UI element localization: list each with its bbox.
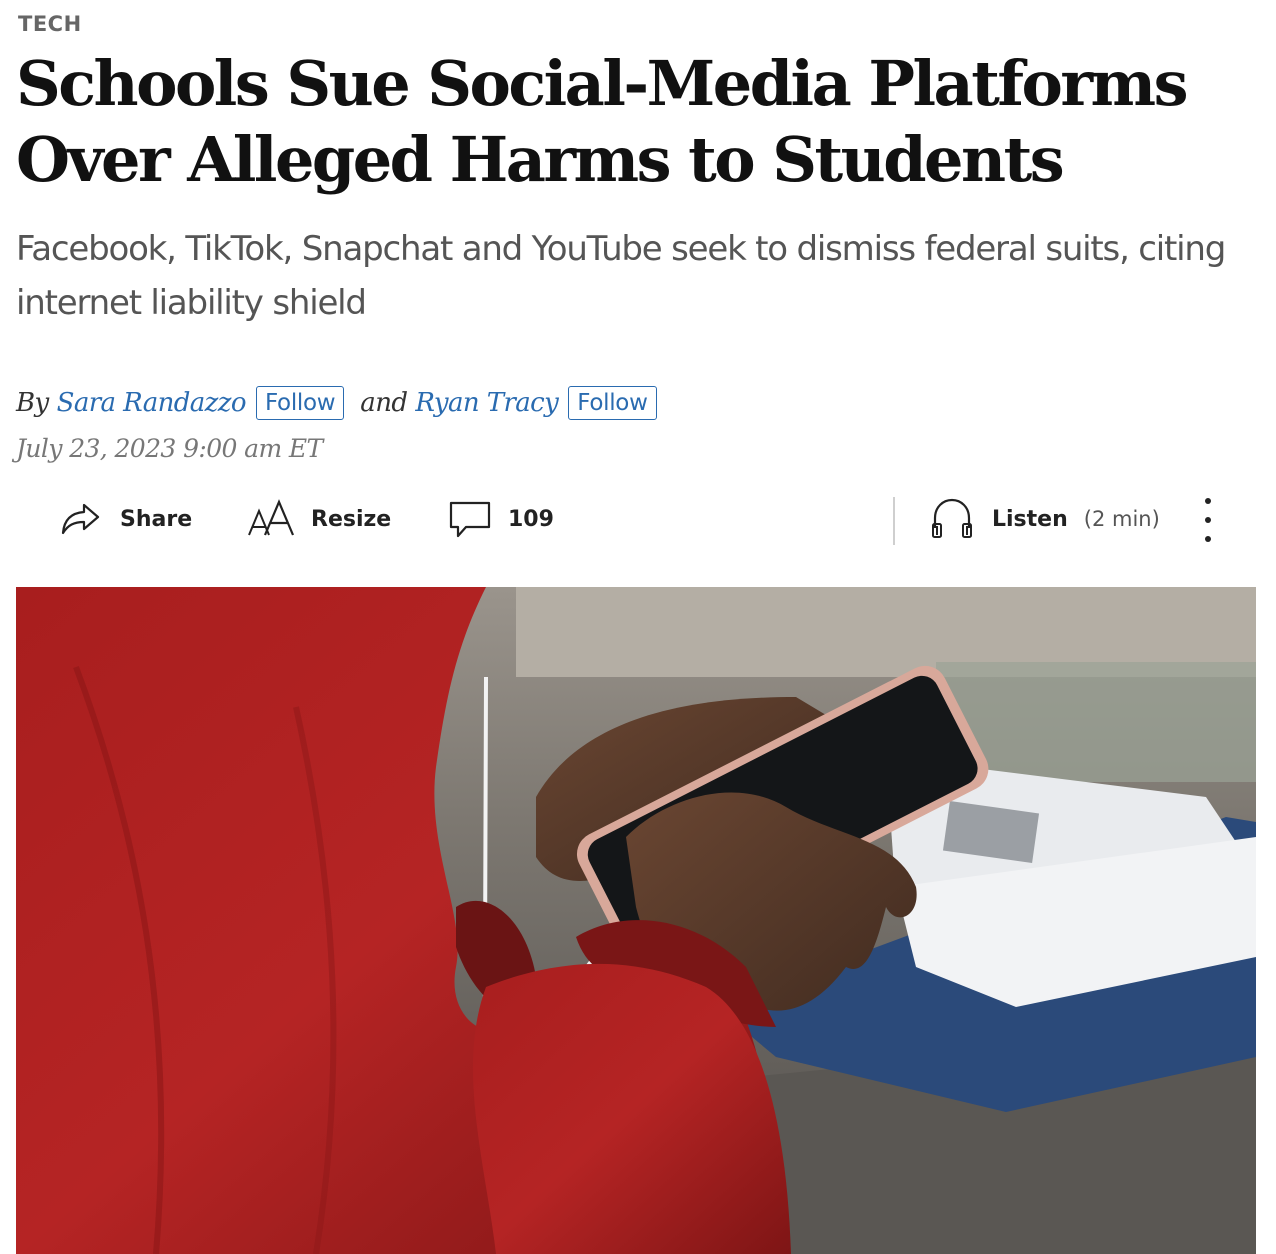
more-options-button[interactable] — [1196, 498, 1220, 542]
article-dek: Facebook, TikTok, Snapchat and YouTube s… — [16, 229, 1226, 323]
headphones-icon — [930, 496, 974, 542]
resize-button[interactable]: Resize — [247, 496, 391, 542]
article-headline: Schools Sue Social-Media Platforms Over … — [16, 47, 1189, 196]
hero-image — [16, 587, 1256, 1254]
byline-prefix: By — [16, 388, 49, 418]
byline: By Sara Randazzo Follow and Ryan Tracy F… — [16, 384, 673, 422]
publish-timestamp: July 23, 2023 9:00 am ET — [16, 434, 323, 463]
listen-label: Listen — [992, 506, 1068, 532]
section-label[interactable]: TECH — [18, 12, 82, 36]
comment-count: 109 — [508, 506, 554, 532]
share-label: Share — [120, 506, 193, 532]
listen-button[interactable]: Listen (2 min) — [930, 496, 1160, 542]
author-link-ryan-tracy[interactable]: Ryan Tracy — [415, 388, 558, 418]
byline-conjunction: and — [360, 388, 408, 418]
comments-button[interactable]: 109 — [448, 496, 554, 542]
toolbar-divider — [893, 497, 895, 545]
comment-bubble-icon — [448, 499, 492, 539]
follow-button-ryan-tracy[interactable]: Follow — [568, 386, 657, 420]
more-vertical-icon — [1205, 498, 1211, 504]
author-link-sara-randazzo[interactable]: Sara Randazzo — [57, 388, 247, 418]
text-resize-icon — [247, 499, 295, 539]
share-button[interactable]: Share — [60, 496, 192, 542]
follow-button-sara-randazzo[interactable]: Follow — [255, 386, 345, 420]
share-arrow-icon — [60, 499, 102, 539]
resize-label: Resize — [311, 506, 392, 532]
listen-duration: (2 min) — [1083, 507, 1160, 531]
